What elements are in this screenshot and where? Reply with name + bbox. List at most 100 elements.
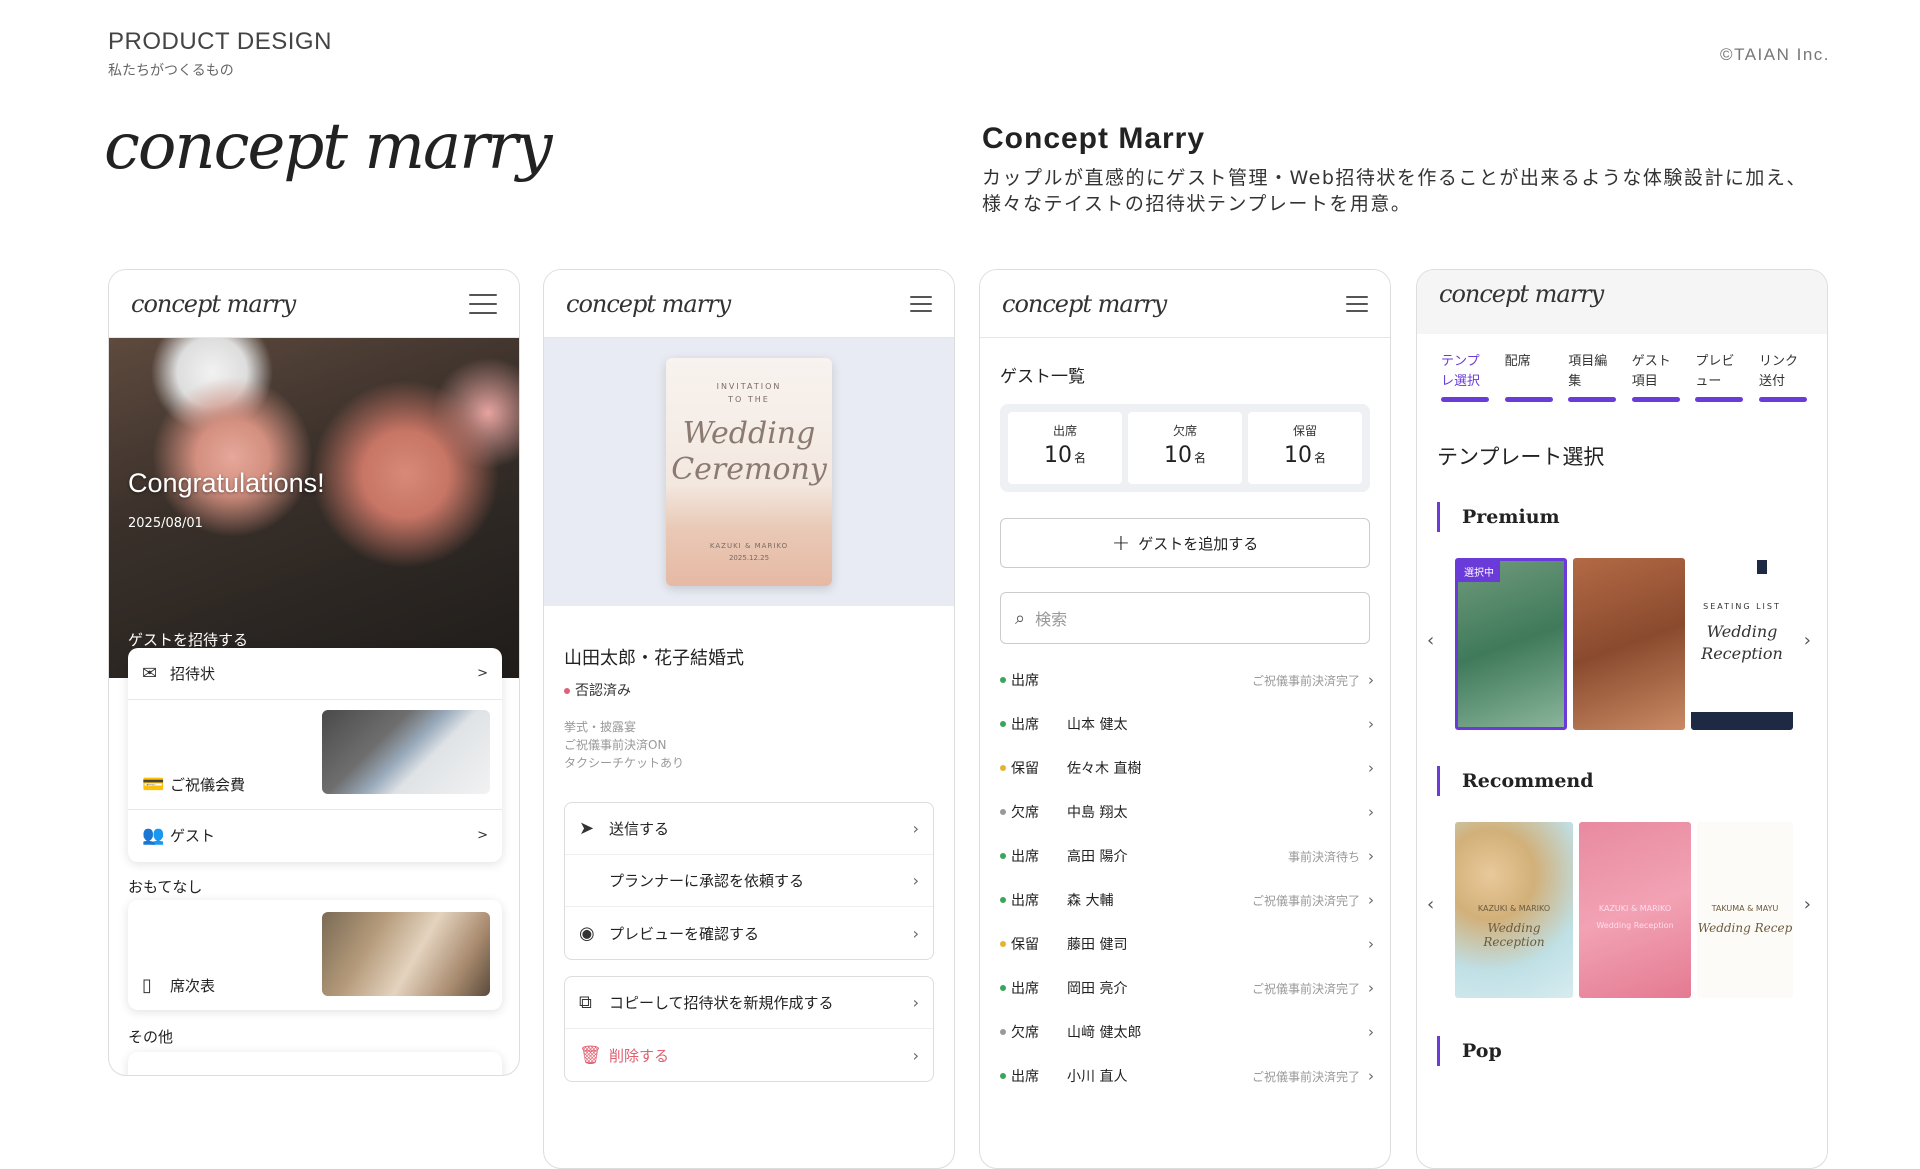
- button-label: 送信する: [609, 820, 670, 838]
- button-label: プランナーに承認を依頼する: [609, 872, 805, 890]
- button-label: コピーして招待状を新規作成する: [609, 994, 834, 1012]
- chevron-right-icon: ›: [1368, 847, 1374, 865]
- guest-status: 出席: [1011, 893, 1039, 909]
- chevron-right-icon[interactable]: ›: [1804, 630, 1811, 651]
- guest-list-title: ゲスト一覧: [1000, 367, 1085, 387]
- guest-row[interactable]: 欠席 山﨑 健太郎 ›: [1000, 1010, 1374, 1054]
- menu-item-gift-money[interactable]: 💳 ご祝儀会費: [128, 700, 502, 810]
- guest-note: ご祝儀事前決済完了: [1251, 893, 1360, 908]
- section-pop: Pop: [1437, 1036, 1502, 1066]
- tab-step-2[interactable]: 配席: [1504, 352, 1553, 402]
- hamburger-menu-icon[interactable]: [910, 295, 932, 312]
- template-text: TAKUMA & MAYU: [1711, 904, 1779, 913]
- status-dot: [1000, 765, 1006, 771]
- guest-status: 出席: [1011, 717, 1039, 733]
- guest-name: 高田 陽介: [1067, 849, 1128, 865]
- chevron-right-icon: ›: [1368, 1067, 1374, 1085]
- tab-step-1[interactable]: テンプレ選択: [1441, 352, 1489, 402]
- stat-pending[interactable]: 保留 10 名: [1248, 412, 1362, 484]
- template-thumbnail-selected[interactable]: 選択中: [1455, 558, 1567, 730]
- chevron-left-icon[interactable]: ‹: [1427, 630, 1434, 651]
- section-premium: Premium: [1437, 502, 1560, 532]
- copy-icon: ⧉: [579, 992, 592, 1013]
- tab-indicator: [1631, 397, 1680, 402]
- guest-name: 小川 直人: [1067, 1069, 1128, 1085]
- template-thumbnail[interactable]: KAZUKI & MARIKO Wedding Reception: [1455, 822, 1573, 998]
- tab-step-3[interactable]: 項目編集: [1568, 352, 1617, 402]
- send-icon: ➤: [579, 818, 595, 839]
- app-logo[interactable]: concept marry: [131, 290, 296, 318]
- chevron-left-icon[interactable]: ‹: [1427, 894, 1434, 915]
- guest-row[interactable]: 出席 ご祝儀事前決済完了 ›: [1000, 658, 1374, 702]
- tab-step-4[interactable]: ゲスト項目: [1631, 352, 1680, 402]
- tab-indicator: [1758, 397, 1807, 402]
- status-text: 否認済み: [575, 683, 631, 699]
- invitation-card-image[interactable]: INVITATION TO THE Wedding Ceremony KAZUK…: [666, 358, 832, 586]
- app-logo[interactable]: concept marry: [1439, 280, 1604, 308]
- menu-item-invitation[interactable]: ✉ 招待状 >: [128, 648, 502, 700]
- guest-row[interactable]: 出席 高田 陽介 事前決済待ち ›: [1000, 834, 1374, 878]
- template-thumbnail[interactable]: [1573, 558, 1685, 730]
- template-thumbnail[interactable]: SEATING LIST Wedding Reception: [1691, 558, 1793, 730]
- send-button[interactable]: ➤ 送信する ›: [565, 803, 933, 855]
- guest-name: 中島 翔太: [1067, 805, 1128, 821]
- menu-item-label: ご祝儀会費: [170, 776, 246, 794]
- template-text: Wedding Reception: [1483, 921, 1545, 949]
- app-logo[interactable]: concept marry: [1002, 290, 1167, 318]
- chevron-right-icon: ›: [912, 993, 919, 1012]
- template-thumbnail[interactable]: TAKUMA & MAYU Wedding Recep: [1697, 822, 1793, 998]
- chevron-right-icon: >: [477, 666, 488, 681]
- button-label: ゲストを追加する: [1138, 534, 1259, 553]
- guest-row[interactable]: 出席 山本 健太 ›: [1000, 702, 1374, 746]
- guest-row[interactable]: 出席 小川 直人 ご祝儀事前決済完了 ›: [1000, 1054, 1374, 1098]
- guest-name: 藤田 健司: [1067, 937, 1128, 953]
- tab-step-5[interactable]: プレビュー: [1695, 352, 1744, 402]
- tab-step-6[interactable]: リンク送付: [1758, 352, 1807, 402]
- app-logo[interactable]: concept marry: [566, 290, 731, 318]
- guest-note: ご祝儀事前決済完了: [1251, 1069, 1360, 1084]
- copy-invitation-button[interactable]: ⧉ コピーして招待状を新規作成する ›: [565, 977, 933, 1029]
- guest-row[interactable]: 保留 佐々木 直樹 ›: [1000, 746, 1374, 790]
- app-header: concept marry: [980, 270, 1390, 338]
- template-thumbnail[interactable]: KAZUKI & MARIKO Wedding Reception: [1579, 822, 1691, 998]
- selected-badge: 選択中: [1458, 561, 1500, 582]
- section-recommend: Recommend: [1437, 766, 1594, 796]
- guest-row[interactable]: 保留 藤田 健司 ›: [1000, 922, 1374, 966]
- tab-indicator: [1695, 397, 1744, 402]
- chevron-right-icon[interactable]: ›: [1804, 894, 1811, 915]
- chevron-right-icon: ›: [1368, 891, 1374, 909]
- hamburger-menu-icon[interactable]: [1346, 295, 1368, 312]
- chevron-right-icon: ›: [1368, 935, 1374, 953]
- guest-list: 出席 ご祝儀事前決済完了 › 出席 山本 健太 › 保留 佐々木 直樹 › 欠席 中島 翔太 › 出席高…: [1000, 658, 1374, 1098]
- other-card[interactable]: [128, 1052, 502, 1075]
- concept-description: カップルが直感的にゲスト管理・Web招待状を作ることが出来るような体験設計に加え…: [982, 167, 1807, 215]
- guest-name: 佐々木 直樹: [1067, 761, 1142, 777]
- event-notes: 挙式・披露宴 ご祝儀事前決済ON タクシーチケットあり: [564, 718, 684, 772]
- status-dot: [1000, 941, 1006, 947]
- stat-unit: 名: [1073, 451, 1086, 465]
- card-date: 2025.12.25: [728, 554, 770, 562]
- bookmark-icon[interactable]: [1757, 560, 1767, 574]
- chevron-right-icon: ›: [912, 871, 919, 890]
- payment-thumbnail: [322, 710, 490, 794]
- status-dot: [1000, 721, 1006, 727]
- delete-button[interactable]: 🗑 削除する ›: [565, 1029, 933, 1081]
- menu-item-guests[interactable]: 👥 ゲスト >: [128, 810, 502, 860]
- preview-button[interactable]: ◉ プレビューを確認する ›: [565, 907, 933, 959]
- stat-absent[interactable]: 欠席 10 名: [1128, 412, 1242, 484]
- chevron-right-icon: >: [477, 827, 488, 843]
- add-guest-button[interactable]: + ゲストを追加する: [1000, 518, 1370, 568]
- guest-status: 欠席: [1011, 1025, 1039, 1041]
- template-text: KAZUKI & MARIKO: [1598, 904, 1672, 913]
- search-input[interactable]: ⌕ 検索: [1000, 592, 1370, 644]
- stat-attending[interactable]: 出席 10 名: [1008, 412, 1122, 484]
- hamburger-menu-icon[interactable]: [469, 293, 497, 314]
- guest-row[interactable]: 出席 岡田 亮介 ご祝儀事前決済完了 ›: [1000, 966, 1374, 1010]
- menu-item-seating[interactable]: ▯ 席次表: [128, 900, 502, 1010]
- stat-label: 出席: [1052, 424, 1077, 438]
- request-approval-button[interactable]: プランナーに承認を依頼する ›: [565, 855, 933, 907]
- guest-row[interactable]: 出席 森 大輔 ご祝儀事前決済完了 ›: [1000, 878, 1374, 922]
- guest-row[interactable]: 欠席 中島 翔太 ›: [1000, 790, 1374, 834]
- chevron-right-icon: ›: [1368, 803, 1374, 821]
- guest-name: 山﨑 健太郎: [1067, 1025, 1142, 1041]
